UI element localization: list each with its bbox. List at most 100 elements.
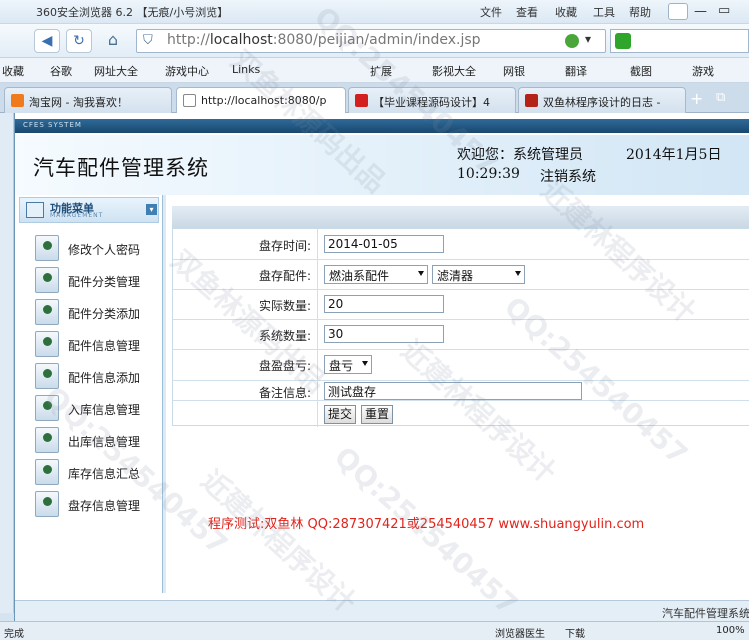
new-tab-icon[interactable]: + xyxy=(690,89,703,108)
window-title: 360安全浏览器 6.2 【无痕/小号浏览】 xyxy=(36,6,229,19)
form-row-divider xyxy=(173,349,749,350)
fav-game-center[interactable]: 游戏中心 xyxy=(165,63,209,79)
address-toolbar: ◀ ↻ ⌂ ⛉ http://localhost:8080/peijian/ad… xyxy=(0,24,749,58)
menu-header: 功能菜单 MANAGEMENT ▾ xyxy=(19,197,159,223)
browser-title-bar: 360安全浏览器 6.2 【无痕/小号浏览】 文件 查看 收藏 工具 帮助 — … xyxy=(0,0,749,24)
restore-icon[interactable]: ▭ xyxy=(718,3,730,18)
user-icon xyxy=(35,299,59,325)
dropdown-arrow-icon xyxy=(515,271,521,276)
fav-google[interactable]: 谷歌 xyxy=(50,63,72,79)
sidebar-item-inventory-summary[interactable]: 库存信息汇总 xyxy=(35,459,160,487)
system-label: CFES SYSTEM xyxy=(23,121,82,129)
skin-icon[interactable] xyxy=(668,3,688,20)
stocktake-form: 盘存时间: 盘存配件: 燃油系配件 滤清器 实际数量: 系统数量: 盘盈盘亏: … xyxy=(172,228,749,427)
download-manager[interactable]: 下载 xyxy=(565,625,585,640)
fav-movies[interactable]: 影视大全 xyxy=(432,63,476,79)
user-icon xyxy=(35,491,59,517)
blog-icon xyxy=(525,94,538,107)
form-row-divider xyxy=(173,380,749,381)
favorites-bar: 收藏 谷歌 网址大全 游戏中心 Links 扩展 影视大全 网银 翻译 截图 游… xyxy=(0,58,749,83)
url-dropdown-icon[interactable]: ▾ xyxy=(585,32,591,46)
tab-taobao[interactable]: 淘宝网 - 淘我喜欢！ xyxy=(4,87,172,113)
menu-file[interactable]: 文件 xyxy=(480,4,502,20)
refresh-button[interactable]: ↻ xyxy=(66,29,92,53)
system-bar: CFES SYSTEM xyxy=(15,119,749,133)
bag-icon xyxy=(355,94,368,107)
tab-source-code[interactable]: 【毕业课程源码设计】4 xyxy=(348,87,516,113)
dropdown-arrow-icon xyxy=(418,271,424,276)
footer-title: 汽车配件管理系统 xyxy=(662,607,749,620)
submit-button[interactable]: 提交 xyxy=(324,405,356,424)
category-select[interactable]: 燃油系配件 xyxy=(324,265,428,284)
back-button[interactable]: ◀ xyxy=(34,29,60,53)
fav-screenshot[interactable]: 截图 xyxy=(630,63,652,79)
user-icon xyxy=(35,459,59,485)
collapse-icon[interactable]: ▾ xyxy=(146,204,157,215)
user-icon xyxy=(35,363,59,389)
note-input[interactable] xyxy=(324,382,582,400)
fav-translate[interactable]: 翻译 xyxy=(565,63,587,79)
sidebar-item-stocktake[interactable]: 盘存信息管理 xyxy=(35,491,160,519)
search-input[interactable] xyxy=(610,29,749,53)
home-button[interactable]: ⌂ xyxy=(100,29,126,53)
menu-favorites[interactable]: 收藏 xyxy=(555,4,577,20)
status-text: 完成 xyxy=(4,629,24,640)
url-text: http://localhost:8080/peijian/admin/inde… xyxy=(167,32,481,48)
user-icon xyxy=(35,331,59,357)
dropdown-arrow-icon xyxy=(362,361,368,366)
fav-links[interactable]: Links xyxy=(232,63,260,76)
user-icon xyxy=(35,235,59,261)
form-row-divider xyxy=(173,289,749,290)
current-date: 2014年1月5日 xyxy=(626,147,722,163)
credits-text: 程序测试:双鱼林 QQ:287307421或254540457 www.shua… xyxy=(208,517,645,532)
actual-quantity-input[interactable] xyxy=(324,295,444,313)
sidebar-item-change-password[interactable]: 修改个人密码 xyxy=(35,235,160,263)
fav-collect[interactable]: 收藏 xyxy=(2,63,24,79)
time-label: 盘存时间: xyxy=(258,239,311,253)
menu-tools[interactable]: 工具 xyxy=(593,4,615,20)
fav-extensions[interactable]: 扩展 xyxy=(370,63,392,79)
url-input[interactable]: ⛉ http://localhost:8080/peijian/admin/in… xyxy=(136,29,606,53)
fav-games[interactable]: 游戏 xyxy=(692,63,714,79)
app-frame: CFES SYSTEM 汽车配件管理系统 欢迎您：系统管理员 2014年1月5日… xyxy=(14,113,749,621)
sidebar-item-part-manage[interactable]: 配件信息管理 xyxy=(35,331,160,359)
fav-sites[interactable]: 网址大全 xyxy=(94,63,138,79)
logout-link[interactable]: 注销系统 xyxy=(540,166,596,186)
menu-heading-en: MANAGEMENT xyxy=(50,212,104,219)
profit-loss-select[interactable]: 盘亏 xyxy=(324,355,372,374)
sidebar: 功能菜单 MANAGEMENT ▾ 修改个人密码 配件分类管理 配件分类添加 配… xyxy=(15,195,163,593)
form-row-divider xyxy=(173,259,749,260)
zoom-level[interactable]: 100% xyxy=(716,625,745,636)
actual-quantity-label: 实际数量: xyxy=(258,299,311,313)
page-icon xyxy=(183,94,196,107)
ie-mode-icon[interactable] xyxy=(565,34,579,48)
browser-side-strip xyxy=(0,113,14,613)
menu-view[interactable]: 查看 xyxy=(516,4,538,20)
current-time: 10:29:39 xyxy=(457,166,520,182)
sidebar-item-category-manage[interactable]: 配件分类管理 xyxy=(35,267,160,295)
user-icon xyxy=(35,267,59,293)
time-input[interactable] xyxy=(324,235,444,253)
part-label: 盘存配件: xyxy=(258,269,311,283)
part-select[interactable]: 滤清器 xyxy=(432,265,525,284)
sidebar-item-stock-out[interactable]: 出库信息管理 xyxy=(35,427,160,455)
sidebar-item-category-add[interactable]: 配件分类添加 xyxy=(35,299,160,327)
minimize-icon[interactable]: — xyxy=(694,4,707,19)
system-quantity-label: 系统数量: xyxy=(258,329,311,343)
tab-blog[interactable]: 双鱼林程序设计的日志 - xyxy=(518,87,686,113)
profit-loss-label: 盘盈盘亏: xyxy=(258,359,311,373)
tab-list-icon[interactable]: ⧉ xyxy=(716,90,725,105)
note-label: 备注信息: xyxy=(258,386,311,400)
reset-button[interactable]: 重置 xyxy=(361,405,393,424)
page-title: 汽车配件管理系统 xyxy=(33,156,209,180)
sidebar-item-part-add[interactable]: 配件信息添加 xyxy=(35,363,160,391)
search-engine-icon[interactable] xyxy=(615,33,631,49)
browser-doctor[interactable]: 浏览器医生 xyxy=(495,625,545,640)
sidebar-item-stock-in[interactable]: 入库信息管理 xyxy=(35,395,160,423)
tab-localhost[interactable]: http://localhost:8080/p xyxy=(176,87,346,113)
user-icon xyxy=(35,395,59,421)
system-quantity-input[interactable] xyxy=(324,325,444,343)
menu-help[interactable]: 帮助 xyxy=(629,4,651,20)
fav-bank[interactable]: 网银 xyxy=(503,63,525,79)
user-icon xyxy=(35,427,59,453)
